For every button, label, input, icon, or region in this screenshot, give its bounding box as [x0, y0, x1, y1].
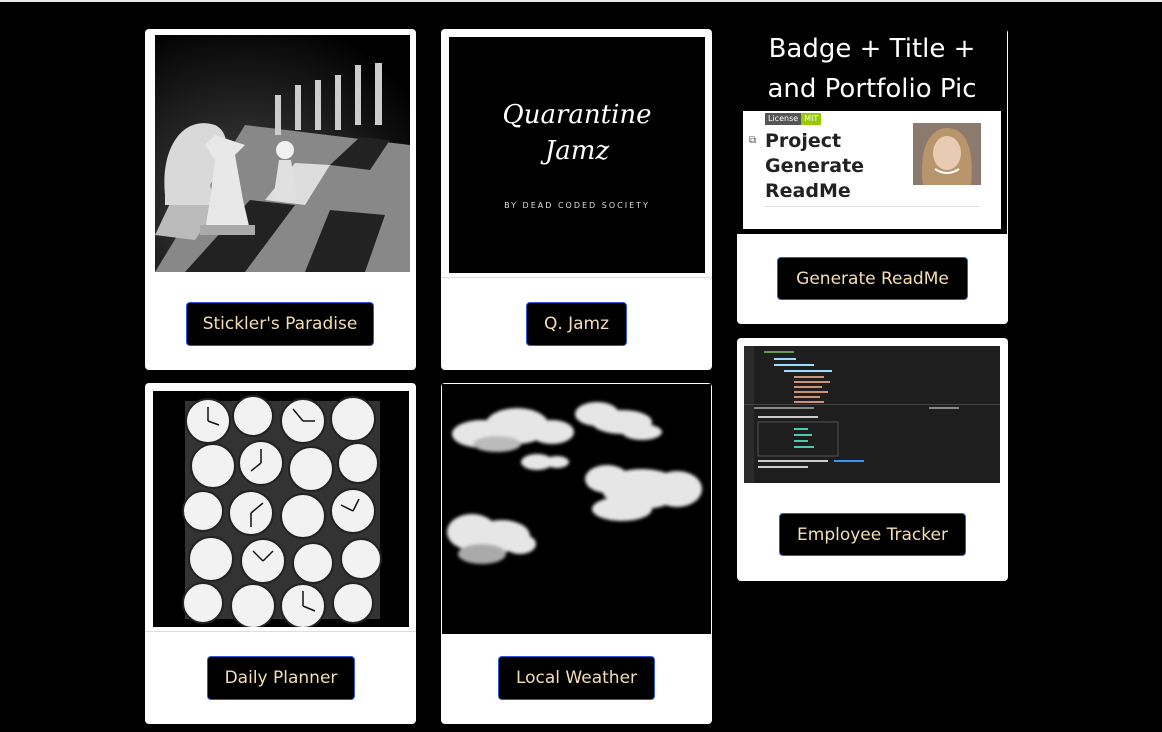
project-card-generate-readme: Badge + Title + and Portfolio Pic Licens…: [737, 29, 1008, 324]
project-card-sticklers-paradise: Stickler's Paradise: [145, 29, 416, 370]
license-badge: License MIT: [765, 113, 822, 125]
top-border: [0, 0, 1162, 2]
readme-heading: Badge + Title + and Portfolio Pic: [767, 34, 977, 104]
project-card-employee-tracker: Employee Tracker: [737, 338, 1008, 581]
album-cover-icon[interactable]: Quarantine Jamz BY DEAD CODED SOCIETY: [449, 37, 705, 273]
cover-subtitle: BY DEAD CODED SOCIETY: [504, 201, 650, 210]
divider: [145, 631, 416, 632]
readme-screenshot-icon[interactable]: Badge + Title + and Portfolio Pic Licens…: [737, 29, 1007, 234]
generate-readme-button[interactable]: Generate ReadMe: [777, 257, 968, 300]
q-jamz-button[interactable]: Q. Jamz: [526, 302, 627, 346]
daily-planner-button[interactable]: Daily Planner: [207, 656, 355, 700]
cover-title: Quarantine Jamz: [502, 100, 652, 166]
terminal-screenshot-icon[interactable]: [744, 346, 1000, 483]
project-card-local-weather: Local Weather: [441, 383, 712, 724]
portfolio-photo-icon: [913, 123, 981, 185]
divider: [441, 277, 712, 278]
project-card-q-jamz: Quarantine Jamz BY DEAD CODED SOCIETY Q.…: [441, 29, 712, 370]
divider: [765, 206, 979, 207]
local-weather-button[interactable]: Local Weather: [498, 656, 655, 700]
sticklers-paradise-button[interactable]: Stickler's Paradise: [186, 302, 374, 346]
clocks-icon[interactable]: [153, 391, 409, 627]
chess-board-icon[interactable]: [155, 35, 410, 272]
link-icon: ⧉: [749, 135, 757, 146]
clouds-icon[interactable]: [442, 384, 711, 634]
readme-project-title: Project Generate ReadMe: [765, 130, 865, 202]
project-card-daily-planner: Daily Planner: [145, 383, 416, 724]
employee-tracker-button[interactable]: Employee Tracker: [779, 513, 966, 556]
readme-preview: License MIT ⧉ Project Generate ReadMe: [743, 111, 1001, 229]
